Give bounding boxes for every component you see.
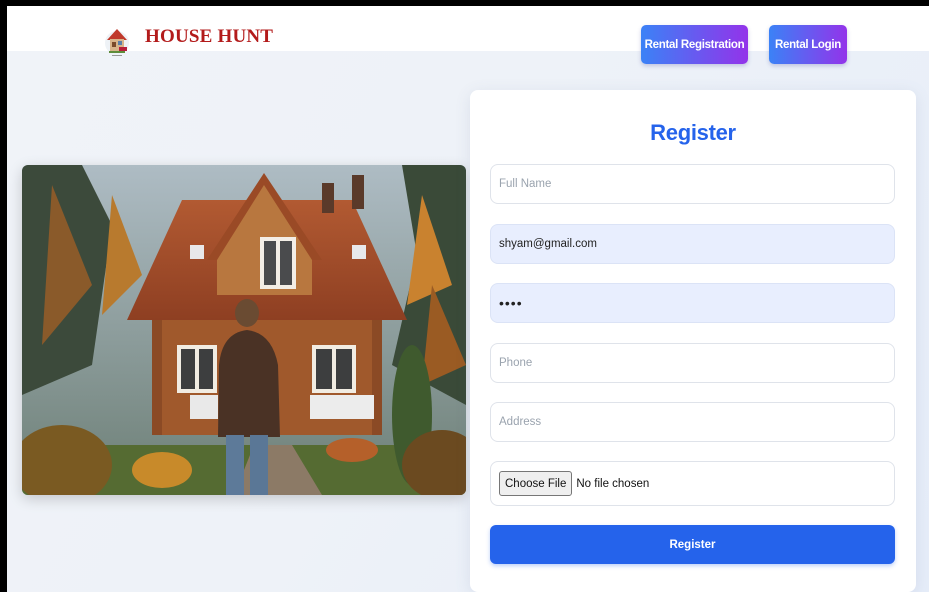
register-submit-button[interactable]: Register (490, 525, 895, 564)
file-upload-field: Choose File No file chosen (490, 461, 895, 506)
full-name-input[interactable] (490, 164, 895, 204)
address-input[interactable] (490, 402, 895, 442)
brand-title[interactable]: HOUSE HUNT (145, 26, 273, 48)
phone-input[interactable] (490, 343, 895, 383)
choose-file-button[interactable]: Choose File (499, 471, 573, 496)
house-logo-icon[interactable] (104, 20, 130, 58)
password-input[interactable] (490, 283, 895, 323)
register-card: Register Choose File No file chosen Regi… (470, 90, 916, 592)
rental-registration-button[interactable]: Rental Registration (641, 25, 748, 64)
file-status-text: No file chosen (576, 477, 650, 490)
rental-login-button[interactable]: Rental Login (769, 25, 847, 64)
app-window: HOUSE HUNT Rental Registration Rental Lo… (7, 6, 929, 592)
email-input[interactable] (490, 224, 895, 264)
house-photo (22, 165, 466, 495)
register-title: Register (650, 120, 736, 145)
